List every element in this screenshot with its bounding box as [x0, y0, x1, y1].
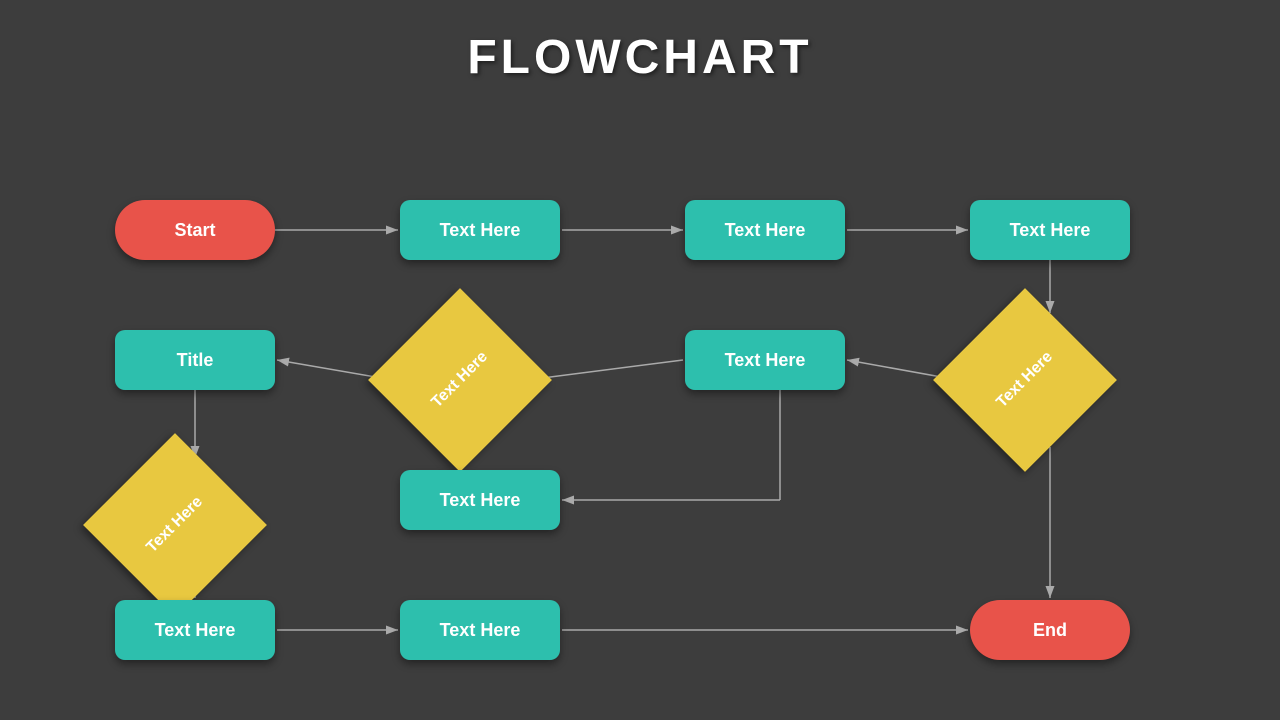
node4-box: Text Here: [685, 330, 845, 390]
start-node: Start: [115, 200, 275, 260]
node5-box: Text Here: [400, 470, 560, 530]
title-box: Title: [115, 330, 275, 390]
diamond3-node: Text Here: [110, 460, 240, 590]
node7-box: Text Here: [400, 600, 560, 660]
node6-box: Text Here: [115, 600, 275, 660]
node2-box: Text Here: [685, 200, 845, 260]
page-title: FLOWCHART: [0, 0, 1280, 85]
node3-box: Text Here: [970, 200, 1130, 260]
diamond2-node: Text Here: [960, 315, 1090, 445]
diamond1-node: Text Here: [395, 315, 525, 445]
end-node: End: [970, 600, 1130, 660]
node1-box: Text Here: [400, 200, 560, 260]
